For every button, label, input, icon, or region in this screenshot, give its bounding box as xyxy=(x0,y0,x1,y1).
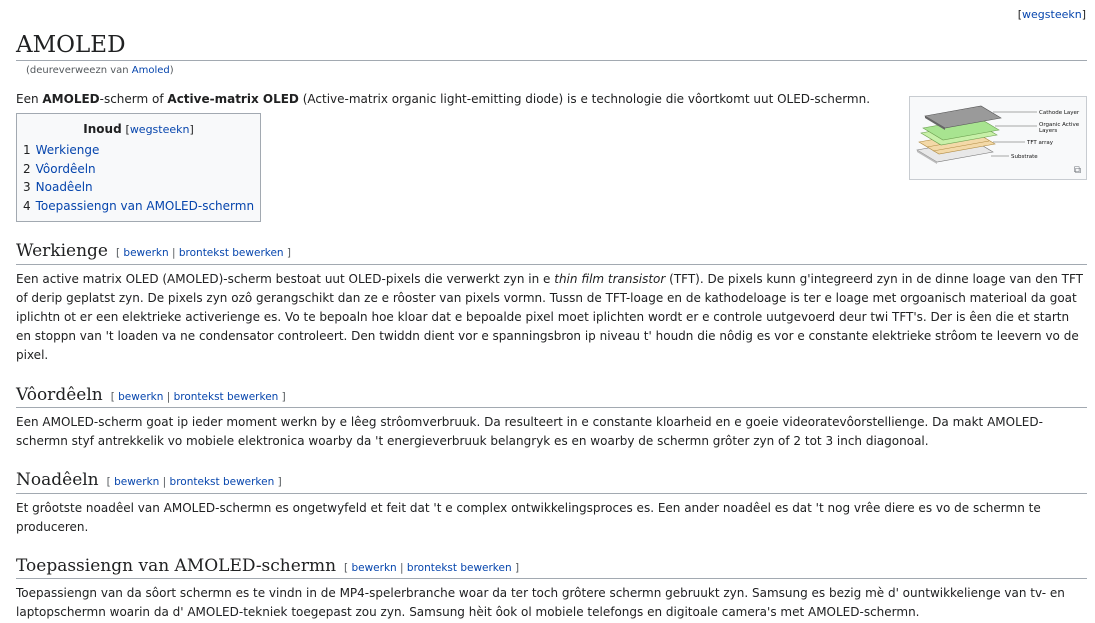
edit-link[interactable]: bewerkn xyxy=(123,247,168,259)
section-text-toepassiengn: Toepassiengn van da sôort schermn es te … xyxy=(16,586,1065,620)
intro-bold-amoled-full: Active-matrix OLED xyxy=(167,92,299,107)
redirect-note: (deureverweezn van Amoled) xyxy=(26,65,1087,76)
table-of-contents: Inoud [wegsteekn] 1 Werkienge 2 Vôordêeln … xyxy=(16,113,262,223)
toc-item[interactable]: 4 Toepassiengn van AMOLED-schermn xyxy=(23,197,254,216)
edit-link[interactable]: bewerkn xyxy=(114,476,159,488)
label-cathode: Cathode Layer xyxy=(1039,110,1080,116)
section-heading-toepassiengn: Toepassiengn van AMOLED-schermn[ bewerkn… xyxy=(16,556,1087,580)
edit-link[interactable]: bewerkn xyxy=(351,562,396,574)
redirect-link[interactable]: Amoled xyxy=(132,65,170,76)
label-substrate: Substrate xyxy=(1011,154,1038,160)
label-layers: Layers xyxy=(1039,128,1057,134)
toc-hide-link[interactable]: wegsteekn xyxy=(130,123,190,136)
toc-link-werkienge[interactable]: Werkienge xyxy=(36,143,100,157)
toc-link-noadeeln[interactable]: Noadêeln xyxy=(36,180,93,194)
toc-link-toepassiengn[interactable]: Toepassiengn van AMOLED-schermn xyxy=(36,199,254,213)
section-text-noadeeln: Et grôotste noadêel van AMOLED-schermn e… xyxy=(16,500,1041,534)
edit-source-link[interactable]: brontekst bewerken xyxy=(170,476,275,488)
enlarge-icon[interactable]: ⧉ xyxy=(1074,165,1081,176)
amoled-diagram-thumbnail[interactable]: Cathode Layer Organic Active Layers TFT … xyxy=(909,96,1087,180)
toc-item[interactable]: 1 Werkienge xyxy=(23,141,254,160)
redirect-suffix: ) xyxy=(169,65,174,77)
section-text-werkienge: Een active matrix OLED (AMOLED)-scherm b… xyxy=(16,271,1083,363)
edit-source-link[interactable]: brontekst bewerken xyxy=(407,562,512,574)
amoled-layer-diagram: Cathode Layer Organic Active Layers TFT … xyxy=(916,105,1080,164)
toc-header: Inoud [wegsteekn] xyxy=(83,122,194,137)
section-heading-noadeeln: Noadêeln[ bewerkn | brontekst bewerken ] xyxy=(16,470,1087,494)
label-tft: TFT array xyxy=(1026,140,1054,146)
edit-source-link[interactable]: brontekst bewerken xyxy=(174,391,279,403)
section-heading-werkienge: Werkienge[ bewerkn | brontekst bewerken … xyxy=(16,241,1087,265)
edit-source-link[interactable]: brontekst bewerken xyxy=(179,247,284,259)
page-title: AMOLED xyxy=(16,32,1087,62)
edit-link[interactable]: bewerkn xyxy=(118,391,163,403)
toc-link-voordeeln[interactable]: Vôordêeln xyxy=(36,162,96,176)
toc-item[interactable]: 3 Noadêeln xyxy=(23,178,254,197)
redirect-prefix: (deureverweezn van xyxy=(26,65,132,77)
intro-bold-amoled: AMOLED xyxy=(42,92,100,107)
section-heading-voordeeln: Vôordêeln[ bewerkn | brontekst bewerken … xyxy=(16,385,1087,408)
section-text-voordeeln: Een AMOLED-scherm goat ip ieder moment w… xyxy=(16,414,1043,449)
toc-item[interactable]: 2 Vôordêeln xyxy=(23,160,254,179)
article-content: AMOLED (deureverweezn van Amoled) Cathod… xyxy=(16,0,1087,623)
toc-title: Inoud xyxy=(83,122,122,137)
